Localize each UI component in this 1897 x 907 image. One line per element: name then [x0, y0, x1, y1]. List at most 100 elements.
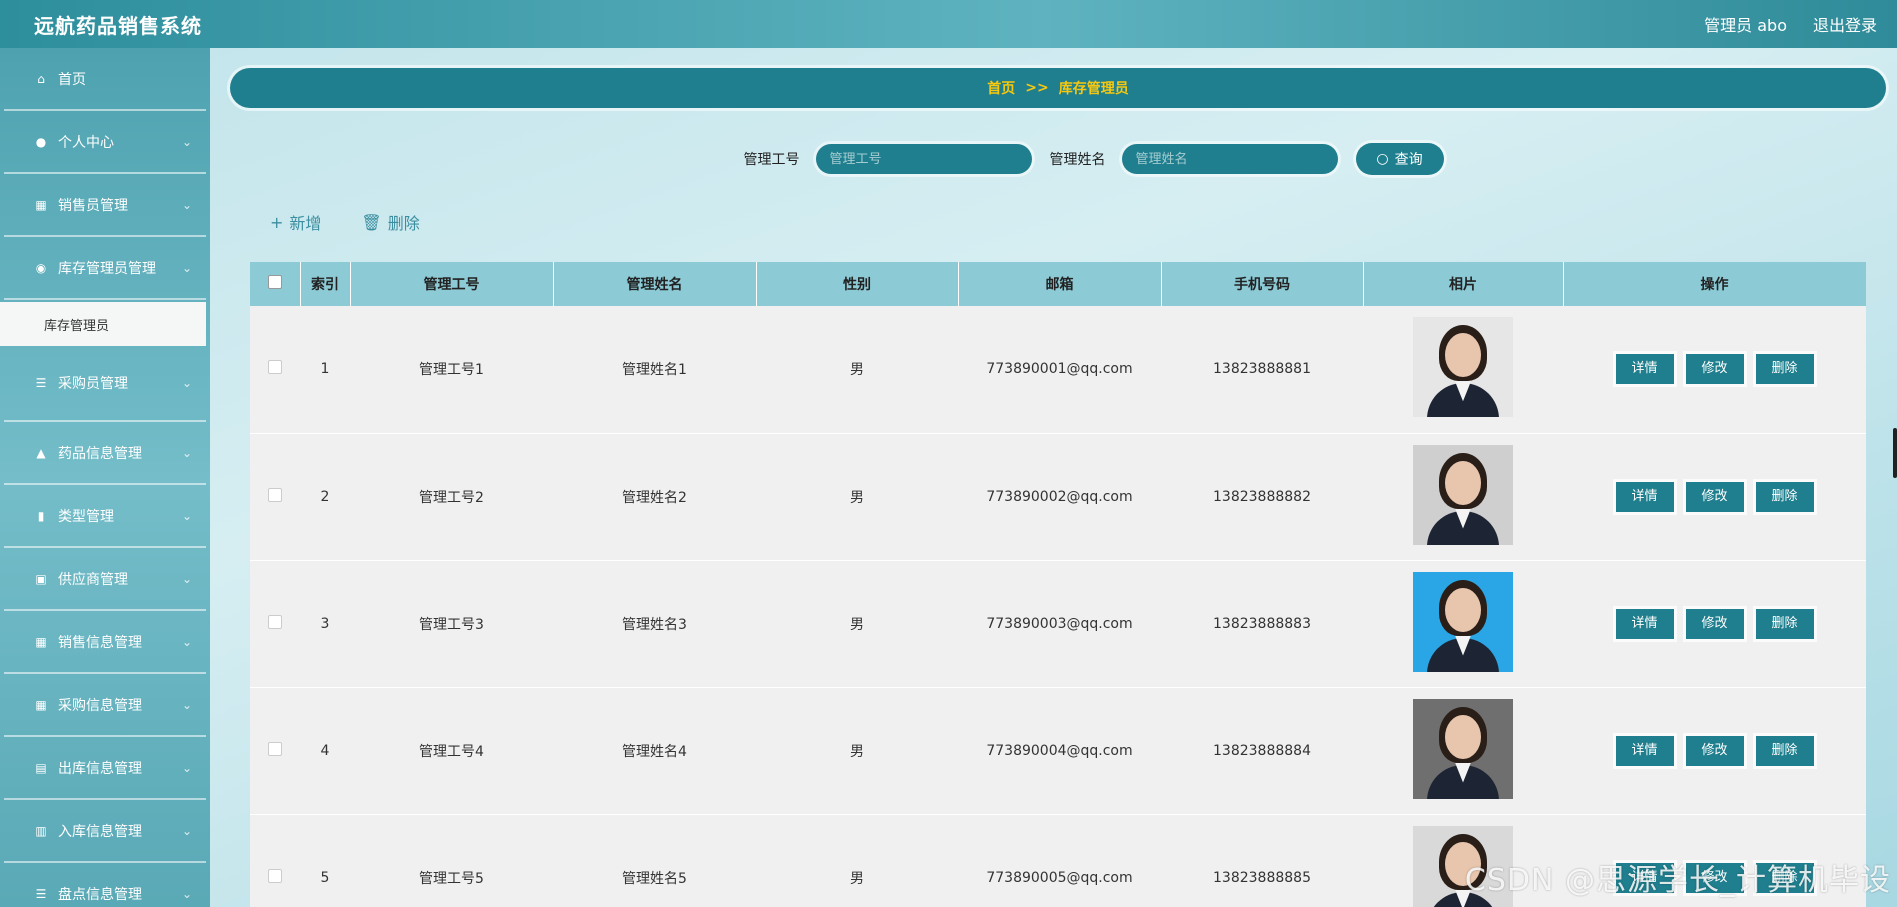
list-icon: ☰ [35, 886, 47, 901]
add-button-label: 新增 [289, 214, 322, 233]
staff-id-label: 管理工号 [743, 152, 800, 168]
sidebar-item-12[interactable]: ☰ 盘点信息管理 ⌄ [4, 863, 206, 907]
search-button[interactable]: ○ 查询 [1355, 143, 1444, 175]
row-select-cell [250, 687, 300, 815]
phone-cell: 13823888882 [1161, 433, 1363, 561]
batch-delete-button[interactable]: 🗑 删除 [361, 210, 419, 234]
sidebar-item-9[interactable]: ▦ 采购信息管理 ⌄ [4, 674, 206, 737]
grid-icon: ▦ [35, 634, 47, 649]
detail-button[interactable]: 详情 [1615, 481, 1674, 512]
sidebar-item-label: 类型管理 [58, 508, 114, 525]
sidebar-item-4[interactable]: ☰ 采购员管理 ⌄ [4, 346, 206, 422]
list-icon: ☰ [35, 376, 47, 390]
admin-user-label[interactable]: 管理员 abo [1704, 12, 1787, 36]
edit-button[interactable]: 修改 [1685, 354, 1744, 385]
staff-photo[interactable] [1413, 317, 1513, 418]
add-button[interactable]: + 新增 [270, 210, 321, 234]
column-header: 手机号码 [1161, 262, 1364, 306]
staff-id-cell: 管理工号2 [350, 433, 553, 561]
detail-button[interactable]: 详情 [1615, 735, 1674, 766]
chevron-down-icon: ⌄ [181, 571, 192, 586]
staff-photo[interactable] [1413, 444, 1513, 545]
breadcrumb-current: 库存管理员 [1058, 81, 1129, 97]
gender-cell: 男 [756, 687, 958, 815]
staff-photo[interactable] [1413, 571, 1513, 672]
pin-icon: ◉ [35, 260, 47, 275]
sidebar-item-10[interactable]: ▤ 出库信息管理 ⌄ [4, 737, 206, 800]
sidebar-item-0[interactable]: ⌂ 首页 [4, 48, 206, 111]
row-select-cell [250, 560, 300, 688]
home-icon: ⌂ [37, 71, 45, 86]
row-select-cell [250, 433, 300, 561]
row-checkbox[interactable] [268, 614, 282, 629]
email-cell: 773890005@qq.com [958, 814, 1161, 907]
staff-id-input[interactable] [815, 144, 1032, 174]
photo-face [1445, 460, 1481, 505]
staff-id-cell: 管理工号3 [350, 560, 553, 688]
logout-link[interactable]: 退出登录 [1813, 12, 1877, 36]
sidebar-item-3[interactable]: ◉ 库存管理员管理 ⌄ [4, 237, 206, 300]
row-select-cell [250, 814, 300, 907]
phone-cell: 13823888881 [1161, 306, 1363, 434]
sidebar-item-2[interactable]: ▦ 销售员管理 ⌄ [4, 174, 206, 237]
delete-button[interactable]: 删除 [1755, 735, 1814, 766]
detail-button[interactable]: 详情 [1615, 354, 1674, 385]
table-row: 1 管理工号1 管理姓名1 男 773890001@qq.com 13823888881 详… [250, 306, 1866, 434]
edit-button[interactable]: 修改 [1685, 608, 1744, 639]
row-checkbox[interactable] [268, 868, 282, 883]
sidebar-item-5[interactable]: ▲ 药品信息管理 ⌄ [4, 422, 206, 485]
sidebar-item-11[interactable]: ▥ 入库信息管理 ⌄ [4, 800, 206, 863]
column-header: 相片 [1363, 262, 1564, 306]
table-row: 2 管理工号2 管理姓名2 男 773890002@qq.com 13823888882 详… [250, 433, 1866, 561]
staff-name-cell: 管理姓名4 [553, 687, 756, 815]
chevron-down-icon: ⌄ [181, 508, 192, 523]
gender-cell: 男 [756, 560, 958, 688]
sidebar-item-label: 出库信息管理 [58, 760, 142, 777]
delete-button[interactable]: 删除 [1755, 354, 1814, 385]
delete-button[interactable]: 删除 [1755, 481, 1814, 512]
staff-name-input[interactable] [1121, 144, 1338, 174]
chevron-down-icon: ⌄ [181, 260, 192, 275]
breadcrumb-home[interactable]: 首页 [987, 78, 1015, 98]
staff-name-cell: 管理姓名1 [553, 306, 756, 434]
index-cell: 1 [300, 306, 350, 434]
scrollbar-handle[interactable] [1893, 428, 1897, 478]
table-row: 3 管理工号3 管理姓名3 男 773890003@qq.com 13823888883 详… [250, 560, 1866, 688]
column-header: 索引 [300, 262, 351, 306]
column-header: 邮箱 [958, 262, 1162, 306]
staff-photo[interactable] [1413, 698, 1513, 799]
select-all-checkbox[interactable] [267, 275, 282, 289]
sidebar-item-6[interactable]: ▮ 类型管理 ⌄ [4, 485, 206, 548]
row-checkbox[interactable] [268, 487, 282, 502]
phone-cell: 13823888885 [1161, 814, 1363, 907]
search-bar: 管理工号 管理姓名 ○ 查询 [0, 142, 1897, 176]
row-checkbox[interactable] [268, 741, 282, 756]
sidebar-item-label: 首页 [58, 71, 86, 88]
index-cell: 3 [300, 560, 350, 688]
sidebar-item-label: 供应商管理 [58, 571, 128, 588]
staff-name-cell: 管理姓名5 [553, 814, 756, 907]
phone-cell: 13823888883 [1161, 560, 1363, 688]
index-cell: 5 [300, 814, 350, 907]
operations-cell: 详情 修改 删除 [1563, 433, 1866, 561]
row-checkbox[interactable] [268, 360, 282, 375]
detail-button[interactable]: 详情 [1615, 608, 1674, 639]
edit-button[interactable]: 修改 [1685, 735, 1744, 766]
index-cell: 4 [300, 687, 350, 815]
plus-icon: + [270, 212, 284, 232]
sidebar-item-8[interactable]: ▦ 销售信息管理 ⌄ [4, 611, 206, 674]
select-all-cell [250, 262, 301, 306]
gender-cell: 男 [756, 814, 958, 907]
document-icon: ▤ [35, 760, 47, 775]
gender-cell: 男 [756, 306, 958, 434]
staff-name-cell: 管理姓名2 [553, 433, 756, 561]
submenu-item-stock-admin[interactable]: 库存管理员 [0, 302, 206, 346]
delete-button[interactable]: 删除 [1755, 608, 1814, 639]
sidebar-item-7[interactable]: ▣ 供应商管理 ⌄ [4, 548, 206, 611]
batch-delete-label: 删除 [387, 214, 420, 233]
edit-button[interactable]: 修改 [1685, 481, 1744, 512]
photo-cell [1363, 560, 1563, 688]
photo-cell [1363, 306, 1563, 434]
chevron-down-icon: ⌄ [181, 197, 192, 212]
email-cell: 773890003@qq.com [958, 560, 1161, 688]
